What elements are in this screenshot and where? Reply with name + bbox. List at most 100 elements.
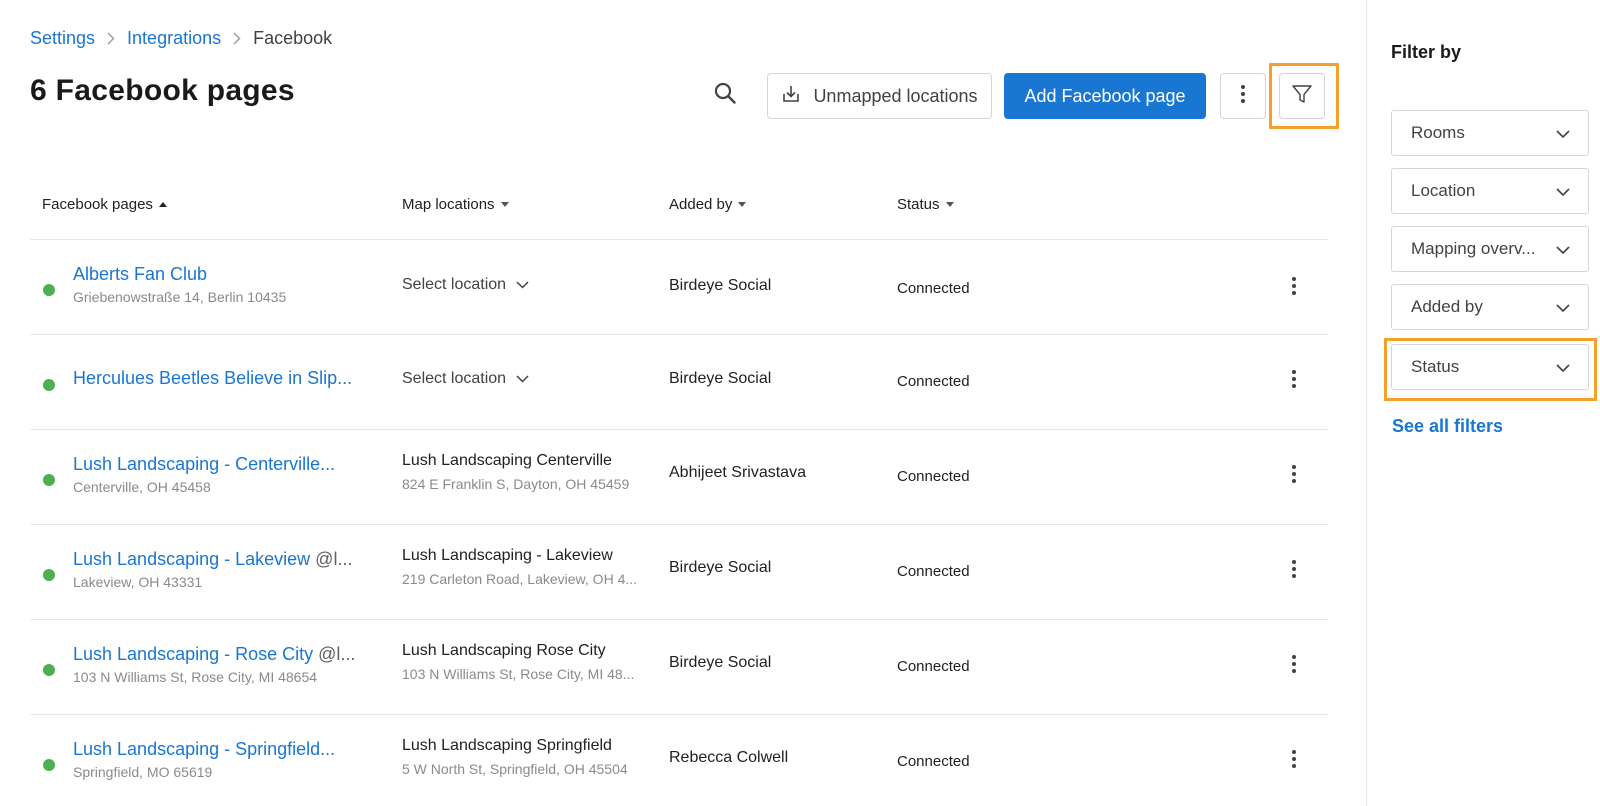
status-cell: Connected (897, 658, 970, 675)
page-address: Centerville, OH 45458 (73, 479, 211, 495)
page-name-text: Lush Landscaping - Rose City (73, 644, 314, 664)
breadcrumb-integrations[interactable]: Integrations (127, 28, 221, 49)
row-menu-button[interactable] (1282, 461, 1306, 491)
vertical-dots-icon (1240, 84, 1246, 109)
row-menu-button[interactable] (1282, 651, 1306, 681)
filter-mapping-overview-dropdown[interactable]: Mapping overv... (1391, 226, 1589, 272)
location-address: 5 W North St, Springfield, OH 45504 (402, 761, 628, 777)
chevron-down-icon (516, 276, 529, 294)
location-cell: Select location (402, 276, 642, 294)
page-cell: Alberts Fan Club Griebenowstraße 14, Ber… (73, 264, 363, 305)
page-cell: Lush Landscaping - Springfield... Spring… (73, 739, 363, 780)
filter-label: Mapping overv... (1411, 239, 1536, 258)
select-location-dropdown[interactable]: Select location (402, 370, 642, 388)
location-name: Lush Landscaping Rose City (402, 642, 606, 659)
page-name-link[interactable]: Lush Landscaping - Rose City @l... (73, 644, 363, 665)
sort-asc-icon (158, 202, 167, 207)
breadcrumb-settings[interactable]: Settings (30, 28, 95, 49)
select-location-dropdown[interactable]: Select location (402, 276, 642, 294)
vertical-dots-icon (1291, 749, 1297, 774)
chevron-down-icon (1556, 123, 1570, 143)
chevron-right-icon (107, 31, 115, 45)
connected-status-dot (43, 379, 55, 391)
status-cell: Connected (897, 373, 970, 390)
page-name-link[interactable]: Lush Landscaping - Centerville... (73, 454, 363, 475)
location-name: Lush Landscaping - Lakeview (402, 547, 613, 564)
column-header-pages[interactable]: Facebook pages (42, 196, 167, 213)
row-menu-button[interactable] (1282, 556, 1306, 586)
page-cell: Lush Landscaping - Lakeview @l... Lakevi… (73, 549, 363, 590)
page-address: Griebenowstraße 14, Berlin 10435 (73, 289, 287, 305)
more-options-button[interactable] (1220, 73, 1266, 119)
connected-status-dot (43, 569, 55, 581)
vertical-dots-icon (1291, 464, 1297, 489)
add-facebook-page-button[interactable]: Add Facebook page (1004, 73, 1206, 119)
filter-label: Added by (1411, 297, 1483, 316)
table-row: Lush Landscaping - Centerville... Center… (30, 430, 1328, 525)
page-name-link[interactable]: Herculues Beetles Believe in Slip... (73, 368, 363, 389)
connected-status-dot (43, 284, 55, 296)
filter-label: Location (1411, 181, 1476, 200)
select-location-label: Select location (402, 370, 507, 387)
main-content: Settings Integrations Facebook 6 Faceboo… (0, 0, 1366, 806)
row-menu-button[interactable] (1282, 366, 1306, 396)
column-header-status[interactable]: Status (897, 196, 954, 213)
filter-button-highlight (1269, 63, 1339, 129)
vertical-dots-icon (1291, 559, 1297, 584)
location-cell: Lush Landscaping Rose City 103 N William… (402, 642, 642, 682)
location-address: 824 E Franklin S, Dayton, OH 45459 (402, 476, 630, 492)
page-title: 6 Facebook pages (30, 74, 295, 107)
location-cell: Lush Landscaping - Lakeview 219 Carleton… (402, 547, 642, 587)
column-header-label: Facebook pages (42, 196, 153, 213)
see-all-filters-link[interactable]: See all filters (1392, 416, 1503, 437)
breadcrumb: Settings Integrations Facebook (30, 26, 332, 50)
column-header-added-by[interactable]: Added by (669, 196, 747, 213)
location-name: Lush Landscaping Centerville (402, 452, 612, 469)
table-row: Lush Landscaping - Lakeview @l... Lakevi… (30, 525, 1328, 620)
table-row: Lush Landscaping - Springfield... Spring… (30, 715, 1328, 806)
page-name-link[interactable]: Lush Landscaping - Springfield... (73, 739, 363, 760)
download-icon (781, 84, 801, 109)
search-button[interactable] (710, 80, 740, 110)
status-cell: Connected (897, 468, 970, 485)
chevron-down-icon (1556, 297, 1570, 317)
location-address: 103 N Williams St, Rose City, MI 48... (402, 666, 635, 682)
table-row: Herculues Beetles Believe in Slip... Sel… (30, 335, 1328, 430)
column-header-locations[interactable]: Map locations (402, 196, 509, 213)
added-by-cell: Birdeye Social (669, 277, 772, 294)
filter-added-by-dropdown[interactable]: Added by (1391, 284, 1589, 330)
page-name-link[interactable]: Alberts Fan Club (73, 264, 363, 285)
chevron-down-icon (1556, 181, 1570, 201)
vertical-dots-icon (1291, 276, 1297, 301)
page-cell: Lush Landscaping - Rose City @l... 103 N… (73, 644, 363, 685)
page-address: Springfield, MO 65619 (73, 764, 213, 780)
status-cell: Connected (897, 280, 970, 297)
unmapped-locations-label: Unmapped locations (813, 85, 978, 106)
table-row: Lush Landscaping - Rose City @l... 103 N… (30, 620, 1328, 715)
filter-location-dropdown[interactable]: Location (1391, 168, 1589, 214)
sort-icon (500, 202, 509, 207)
location-cell: Lush Landscaping Centerville 824 E Frank… (402, 452, 642, 492)
filter-rooms-dropdown[interactable]: Rooms (1391, 110, 1589, 156)
page-address: Lakeview, OH 43331 (73, 574, 203, 590)
added-by-cell: Rebecca Colwell (669, 749, 789, 766)
facebook-pages-table: Facebook pages Map locations Added by St… (30, 170, 1328, 806)
breadcrumb-current: Facebook (253, 27, 333, 48)
connected-status-dot (43, 664, 55, 676)
column-header-label: Added by (669, 196, 733, 213)
vertical-dots-icon (1291, 654, 1297, 679)
column-header-label: Map locations (402, 196, 495, 213)
status-cell: Connected (897, 753, 970, 770)
filter-title: Filter by (1391, 42, 1462, 62)
added-by-cell: Birdeye Social (669, 654, 772, 671)
added-by-cell: Birdeye Social (669, 559, 772, 576)
added-by-cell: Birdeye Social (669, 370, 772, 387)
location-name: Lush Landscaping Springfield (402, 737, 612, 754)
page-name-link[interactable]: Lush Landscaping - Lakeview @l... (73, 549, 363, 570)
row-menu-button[interactable] (1282, 746, 1306, 776)
row-menu-button[interactable] (1282, 273, 1306, 303)
table-header: Facebook pages Map locations Added by St… (30, 170, 1328, 240)
unmapped-locations-button[interactable]: Unmapped locations (767, 73, 992, 119)
chevron-down-icon (516, 370, 529, 388)
chevron-down-icon (1556, 239, 1570, 259)
